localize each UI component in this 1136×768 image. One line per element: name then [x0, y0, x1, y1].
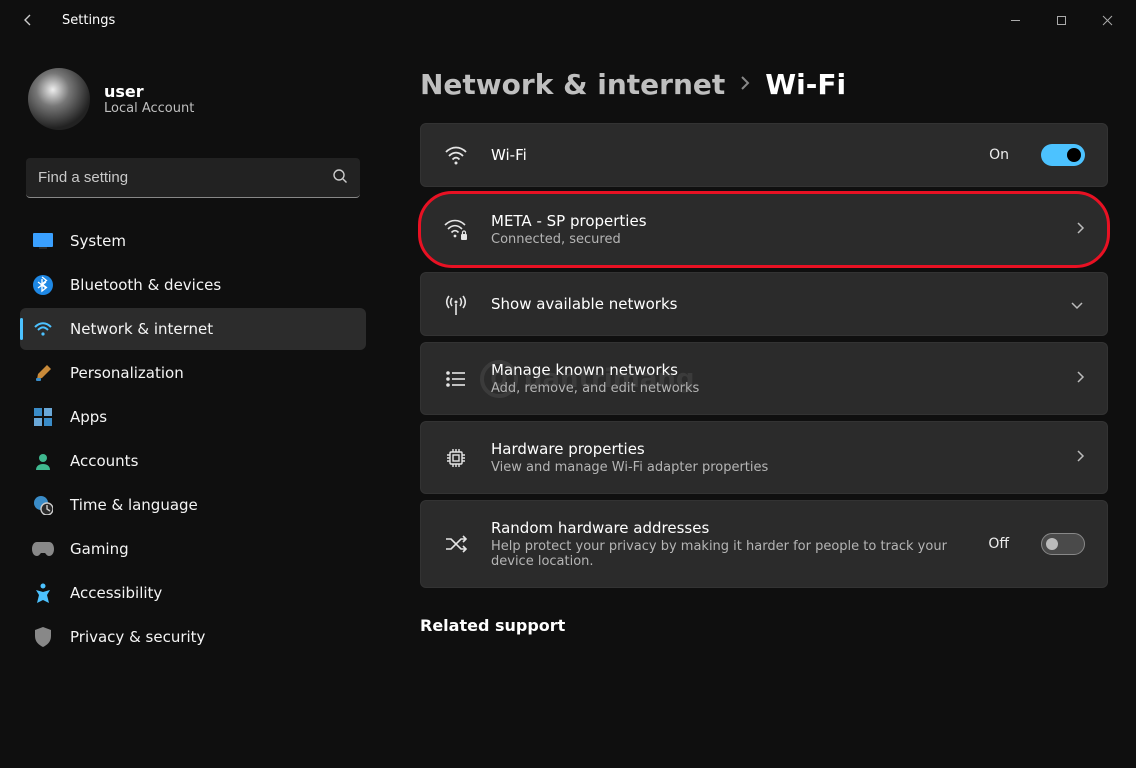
list-icon — [443, 366, 469, 392]
search-box — [26, 158, 360, 198]
toggle-state-label: On — [989, 147, 1009, 163]
card-subtitle: Add, remove, and edit networks — [491, 381, 1053, 396]
sidebar-item-bluetooth[interactable]: Bluetooth & devices — [20, 264, 366, 306]
search-input[interactable] — [26, 158, 360, 198]
minimize-icon — [1010, 15, 1021, 26]
maximize-button[interactable] — [1038, 4, 1084, 36]
sidebar-item-accessibility[interactable]: Accessibility — [20, 572, 366, 614]
card-subtitle: Help protect your privacy by making it h… — [491, 539, 966, 569]
wifi-icon — [443, 142, 469, 168]
chevron-down-icon — [1069, 295, 1085, 314]
profile-sub: Local Account — [104, 101, 194, 116]
chevron-right-icon — [739, 74, 751, 96]
sidebar-item-system[interactable]: System — [20, 220, 366, 262]
sidebar-item-label: Accounts — [70, 452, 138, 470]
apps-icon — [32, 406, 54, 428]
sidebar-item-label: Personalization — [70, 364, 184, 382]
wifi-secured-icon — [443, 217, 469, 243]
chevron-right-icon — [1075, 220, 1085, 240]
sidebar-item-label: Time & language — [70, 496, 198, 514]
sidebar-item-gaming[interactable]: Gaming — [20, 528, 366, 570]
person-icon — [32, 450, 54, 472]
maximize-icon — [1056, 15, 1067, 26]
sidebar-item-label: Accessibility — [70, 584, 162, 602]
sidebar-item-label: Apps — [70, 408, 107, 426]
card-title: Hardware properties — [491, 440, 1053, 458]
hardware-properties-card[interactable]: Hardware properties View and manage Wi-F… — [420, 421, 1108, 494]
paintbrush-icon — [32, 362, 54, 384]
profile-name: user — [104, 82, 194, 101]
sidebar-item-network[interactable]: Network & internet — [20, 308, 366, 350]
avatar — [28, 68, 90, 130]
sidebar-item-privacy[interactable]: Privacy & security — [20, 616, 366, 658]
random-mac-toggle[interactable] — [1041, 533, 1085, 555]
sidebar-item-time-language[interactable]: Time & language — [20, 484, 366, 526]
gamepad-icon — [32, 538, 54, 560]
main-content: Network & internet Wi-Fi Wi-Fi On META -… — [380, 40, 1136, 768]
close-button[interactable] — [1084, 4, 1130, 36]
sidebar-item-accounts[interactable]: Accounts — [20, 440, 366, 482]
profile-block[interactable]: user Local Account — [20, 68, 366, 130]
card-title: Manage known networks — [491, 361, 1053, 379]
breadcrumb-parent[interactable]: Network & internet — [420, 68, 725, 101]
chevron-right-icon — [1075, 448, 1085, 468]
card-subtitle: Connected, secured — [491, 232, 1053, 247]
breadcrumb: Network & internet Wi-Fi — [420, 68, 1108, 101]
current-network-card[interactable]: META - SP properties Connected, secured — [420, 193, 1108, 266]
random-mac-card[interactable]: Random hardware addresses Help protect y… — [420, 500, 1108, 588]
sidebar-item-apps[interactable]: Apps — [20, 396, 366, 438]
card-title: Wi-Fi — [491, 146, 967, 164]
breadcrumb-current: Wi-Fi — [765, 68, 846, 101]
wifi-toggle[interactable] — [1041, 144, 1085, 166]
chevron-right-icon — [1075, 369, 1085, 389]
wifi-toggle-card[interactable]: Wi-Fi On — [420, 123, 1108, 187]
sidebar-item-label: Network & internet — [70, 320, 213, 338]
monitor-icon — [32, 230, 54, 252]
minimize-button[interactable] — [992, 4, 1038, 36]
related-support-heading: Related support — [420, 616, 1108, 635]
wifi-icon — [32, 318, 54, 340]
app-title: Settings — [62, 13, 115, 28]
arrow-left-icon — [20, 12, 36, 28]
close-icon — [1102, 15, 1113, 26]
clock-globe-icon — [32, 494, 54, 516]
card-title: Random hardware addresses — [491, 519, 966, 537]
card-subtitle: View and manage Wi-Fi adapter properties — [491, 460, 1053, 475]
known-networks-card[interactable]: Manage known networks Add, remove, and e… — [420, 342, 1108, 415]
shuffle-icon — [443, 531, 469, 557]
sidebar-item-label: Gaming — [70, 540, 129, 558]
toggle-state-label: Off — [988, 536, 1009, 552]
window-controls — [992, 4, 1130, 36]
sidebar-item-label: Bluetooth & devices — [70, 276, 221, 294]
shield-icon — [32, 626, 54, 648]
sidebar-item-label: System — [70, 232, 126, 250]
search-icon — [332, 168, 348, 188]
card-title: Show available networks — [491, 295, 1047, 313]
accessibility-icon — [32, 582, 54, 604]
card-title: META - SP properties — [491, 212, 1053, 230]
back-button[interactable] — [14, 6, 42, 34]
antenna-icon — [443, 291, 469, 317]
nav-list: System Bluetooth & devices Network & int… — [20, 220, 366, 658]
sidebar-item-personalization[interactable]: Personalization — [20, 352, 366, 394]
available-networks-card[interactable]: Show available networks — [420, 272, 1108, 336]
bluetooth-icon — [32, 274, 54, 296]
sidebar: user Local Account System Bluetooth & de… — [0, 40, 380, 768]
chip-icon — [443, 445, 469, 471]
sidebar-item-label: Privacy & security — [70, 628, 205, 646]
titlebar: Settings — [0, 0, 1136, 40]
